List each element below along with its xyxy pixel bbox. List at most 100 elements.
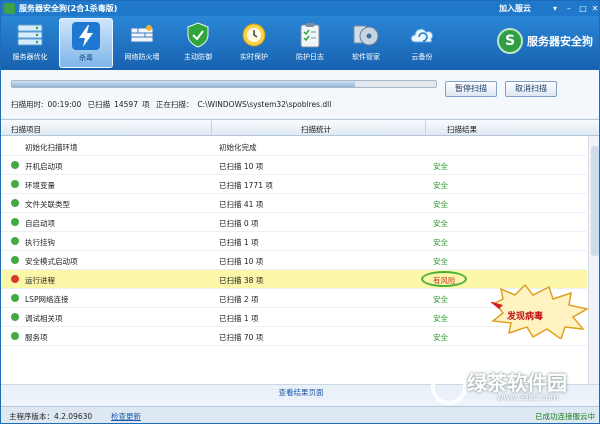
column-header-stat: 扫描统计	[301, 125, 331, 134]
check-status-icon	[11, 313, 19, 321]
app-logo-icon	[4, 3, 15, 14]
check-update-link[interactable]: 检查更新	[111, 411, 141, 422]
tab-label: 杀毒	[79, 54, 93, 62]
network-wall-icon	[128, 21, 156, 49]
current-path: C:\WINDOWS\system32\spoblres.dll	[197, 100, 332, 109]
table-scrollbar[interactable]	[588, 136, 599, 384]
menu-icon[interactable]: ▾	[549, 3, 561, 14]
row-item: 执行挂钩	[25, 238, 55, 247]
row-item: 文件关联类型	[25, 200, 70, 209]
table-header: 扫描项目 扫描统计 扫描结果	[1, 120, 599, 136]
row-result: 安全	[433, 314, 448, 323]
scan-time-label: 扫描用时:	[11, 100, 44, 109]
row-stat: 已扫描 41 项	[219, 200, 264, 209]
tab-protection-log[interactable]: 防护日志	[283, 18, 337, 68]
row-item: 服务项	[25, 333, 48, 342]
tab-server-optimize[interactable]: 服务器优化	[3, 18, 57, 68]
close-icon[interactable]: ✕	[589, 3, 599, 14]
scan-status: 扫描用时: 00:19:00 已扫描 14597 项 正在扫描： C:\WINDOWS\…	[11, 99, 335, 110]
table-row[interactable]: 环境变量 已扫描 1771 项 安全	[1, 175, 587, 194]
row-item: 开机启动项	[25, 162, 63, 171]
table-row[interactable]: 文件关联类型 已扫描 41 项 安全	[1, 194, 587, 213]
scanned-unit: 项	[141, 100, 150, 109]
check-status-icon	[11, 332, 19, 340]
watermark-title: 绿茶软件园	[467, 371, 567, 395]
window-title: 服务器安全狗(2合1杀毒版)	[19, 4, 118, 13]
check-status-icon	[11, 180, 19, 188]
row-stat: 已扫描 1771 项	[219, 181, 273, 190]
check-status-icon	[11, 161, 19, 169]
tab-network-firewall[interactable]: 网络防火墙	[115, 18, 169, 68]
row-stat: 已扫描 1 项	[219, 314, 259, 323]
risk-status-icon	[11, 275, 19, 283]
check-status-icon	[11, 218, 19, 226]
watermark-url: www.33LC.com	[497, 393, 559, 402]
row-item: 自启动项	[25, 219, 55, 228]
brand: S 服务器安全狗	[497, 28, 593, 54]
tab-label: 防护日志	[296, 53, 324, 61]
row-item: 调试相关项	[25, 314, 63, 323]
table-row[interactable]: 开机启动项 已扫描 10 项 安全	[1, 156, 587, 175]
maximize-icon[interactable]: □	[577, 3, 589, 14]
scan-progress-area: 暂停扫描 取消扫描 扫描用时: 00:19:00 已扫描 14597 项 正在扫描： C…	[1, 70, 599, 118]
scanned-label: 已扫描	[87, 100, 111, 109]
row-item: 运行进程	[25, 276, 55, 285]
row-stat: 初始化完成	[219, 143, 257, 152]
clipboard-icon	[296, 21, 324, 49]
app-window: 服务器安全狗(2合1杀毒版) 加入服云 ▾ – □ ✕ 服务器优化 杀毒 网络防…	[0, 0, 600, 424]
title-bar[interactable]: 服务器安全狗(2合1杀毒版) 加入服云 ▾ – □ ✕	[1, 1, 599, 16]
row-result: 安全	[433, 181, 448, 190]
brand-logo-icon: S	[497, 28, 523, 54]
column-header-item: 扫描项目	[11, 125, 41, 134]
tab-label: 软件管家	[352, 53, 380, 61]
brand-name: 服务器安全狗	[527, 35, 593, 48]
table-row[interactable]: 安全模式启动项 已扫描 10 项 安全	[1, 251, 587, 270]
check-status-icon	[11, 294, 19, 302]
join-cloud-link[interactable]: 加入服云	[499, 3, 531, 14]
version-info: 主程序版本：4.2.09630	[9, 411, 92, 422]
cancel-scan-button[interactable]: 取消扫描	[505, 81, 557, 97]
row-item: 初始化扫描环境	[25, 143, 78, 152]
main-toolbar: 服务器优化 杀毒 网络防火墙 主动防御 实时保护 防护日志 软件管家 云备份 S…	[1, 16, 599, 70]
cloud-connection-status: 已成功连接服云中	[535, 412, 595, 421]
scan-progress-fill	[12, 81, 356, 87]
scrollbar-thumb[interactable]	[591, 146, 599, 256]
column-divider	[425, 120, 426, 136]
pause-scan-button[interactable]: 暂停扫描	[445, 81, 497, 97]
minimize-icon[interactable]: –	[563, 3, 575, 14]
version-number: 4.2.09630	[54, 412, 93, 421]
tab-label: 实时保护	[240, 53, 268, 61]
tab-software-manager[interactable]: 软件管家	[339, 18, 393, 68]
watermark-logo-icon	[431, 369, 467, 405]
green-shield-icon	[184, 21, 212, 49]
version-label: 主程序版本：	[9, 412, 54, 421]
table-row[interactable]: 自启动项 已扫描 0 项 安全	[1, 213, 587, 232]
column-divider	[211, 120, 212, 136]
watermark: 绿茶软件园 www.33LC.com	[431, 365, 599, 409]
risk-highlight-ring	[421, 271, 467, 287]
row-result: 安全	[433, 238, 448, 247]
table-row[interactable]: 初始化扫描环境 初始化完成	[1, 137, 587, 156]
table-row[interactable]: 执行挂钩 已扫描 1 项 安全	[1, 232, 587, 251]
column-header-result: 扫描结果	[447, 125, 477, 134]
tab-active-defense[interactable]: 主动防御	[171, 18, 225, 68]
scanned-count: 14597	[114, 100, 138, 109]
row-result: 安全	[433, 219, 448, 228]
row-stat: 已扫描 2 项	[219, 295, 259, 304]
row-result: 安全	[433, 257, 448, 266]
tab-cloud-backup[interactable]: 云备份	[395, 18, 449, 68]
row-stat: 已扫描 38 项	[219, 276, 264, 285]
row-stat: 已扫描 0 项	[219, 219, 259, 228]
tab-label: 服务器优化	[12, 53, 48, 61]
row-stat: 已扫描 70 项	[219, 333, 264, 342]
row-stat: 已扫描 10 项	[219, 257, 264, 266]
row-item: 安全模式启动项	[25, 257, 78, 266]
callout-text: 发现病毒	[507, 312, 544, 322]
tab-realtime-protect[interactable]: 实时保护	[227, 18, 281, 68]
scan-results-table: 扫描项目 扫描统计 扫描结果 初始化扫描环境 初始化完成 开机启动项 已扫描 10 项…	[1, 119, 599, 400]
row-result: 安全	[433, 162, 448, 171]
scan-time-value: 00:19:00	[47, 100, 82, 109]
row-result: 安全	[433, 295, 448, 304]
cloud-backup-icon	[408, 21, 436, 49]
tab-antivirus[interactable]: 杀毒	[59, 18, 113, 68]
